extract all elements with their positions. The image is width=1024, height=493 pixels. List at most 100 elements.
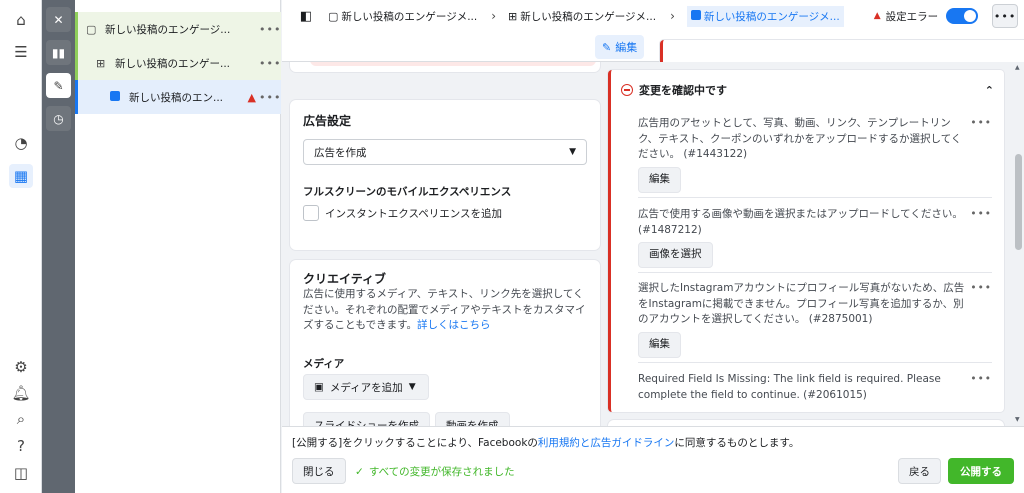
issue-text: Required Field Is Missing: The link fiel… — [638, 373, 941, 401]
fullscreen-label: フルスクリーンのモバイルエクスペリエンス — [303, 186, 512, 198]
bell-icon[interactable]: 🔔︎ — [9, 381, 33, 405]
review-title: 変更を確認中です — [639, 84, 727, 97]
settings-error[interactable]: ▲ 設定エラー — [874, 9, 938, 24]
caret-down-icon: ▼ — [569, 147, 576, 157]
more-icon[interactable]: ••• — [970, 372, 992, 388]
learn-more-link[interactable]: 詳しくはこちら — [417, 319, 491, 331]
gauge-icon[interactable]: ◔ — [9, 131, 33, 155]
breadcrumb-label: 新しい投稿のエンゲージメ... — [341, 10, 478, 23]
close-button[interactable]: 閉じる — [292, 458, 346, 484]
scrollbar[interactable]: ▲ ▼ — [1013, 62, 1024, 426]
checkbox-label: インスタントエクスペリエンスを追加 — [325, 207, 503, 220]
chevron-right-icon: › — [491, 9, 497, 23]
home-icon[interactable]: ⌂ — [9, 8, 33, 32]
menu-icon[interactable]: ☰ — [9, 40, 33, 64]
top-bar: ◧ ▢ 新しい投稿のエンゲージメ... › ⊞ 新しい投稿のエンゲージメ... … — [282, 0, 1024, 32]
create-video-button[interactable]: 動画を作成 — [435, 412, 510, 426]
main-content: 広告設定 広告を作成 ▼ フルスクリーンのモバイルエクスペリエンス インスタント… — [282, 62, 1024, 426]
more-icon[interactable]: ••• — [259, 57, 281, 70]
chart-icon[interactable]: ▮▮ — [46, 40, 71, 65]
tab-edit[interactable]: ✎ 編集 — [595, 35, 645, 59]
creative-title: クリエイティブ — [303, 272, 387, 286]
warning-icon: ▲ — [873, 11, 881, 21]
chevron-up-icon[interactable]: ⌃ — [985, 84, 994, 97]
panel-icon[interactable]: ◫ — [9, 461, 33, 485]
more-options-button[interactable]: ••• — [992, 4, 1019, 28]
issue-text: 選択したInstagramアカウントにプロフィール写真がないため、広告をInst… — [638, 282, 965, 325]
back-button[interactable]: 戻る — [898, 458, 941, 484]
scroll-up-icon[interactable]: ▲ — [1015, 64, 1020, 71]
campaign-tree: ▢ 新しい投稿のエンゲージ... ••• ⊞ 新しい投稿のエンゲー... •••… — [75, 0, 281, 493]
gear-icon[interactable]: ⚙ — [9, 355, 33, 379]
warning-icon: ▲ — [247, 90, 256, 104]
error-bar — [310, 62, 596, 66]
instant-experience-checkbox[interactable]: インスタントエクスペリエンスを追加 — [303, 205, 502, 221]
tab-label: 編集 — [615, 41, 638, 54]
breadcrumb-adset[interactable]: ⊞ 新しい投稿のエンゲージメ... — [508, 9, 656, 24]
pencil-icon[interactable]: ✎ — [46, 73, 71, 98]
creative-description: 広告に使用するメディア、テキスト、リンク先を選択してください。それぞれの配置でメ… — [303, 287, 589, 334]
tree-item-label: 新しい投稿のエン... — [129, 91, 224, 104]
publish-button[interactable]: 公開する — [948, 458, 1014, 484]
review-issue: Required Field Is Missing: The link fiel… — [638, 372, 992, 408]
tree-item-campaign[interactable]: ▢ 新しい投稿のエンゲージ... ••• — [75, 12, 281, 46]
more-icon[interactable]: ••• — [970, 116, 992, 132]
ad-settings-card: 広告設定 広告を作成 ▼ フルスクリーンのモバイルエクスペリエンス インスタント… — [290, 100, 600, 250]
error-label: 設定エラー — [885, 10, 939, 23]
review-panel: 変更を確認中です ⌃ 広告用のアセットとして、写真、動画、リンク、テンプレートリ… — [608, 70, 1004, 412]
ad-icon — [690, 9, 701, 23]
more-icon[interactable]: ••• — [970, 207, 992, 223]
issue-text: 広告で使用する画像や動画を選択またはアップロードしてください。 (#148721… — [638, 208, 963, 236]
table-icon[interactable]: ▦ — [9, 164, 33, 188]
ad-icon — [110, 90, 124, 104]
more-icon[interactable]: ••• — [970, 281, 992, 297]
issue-edit-button[interactable]: 編集 — [638, 166, 681, 193]
folder-icon: ▢ — [86, 22, 97, 36]
issue-edit-button[interactable]: 編集 — [638, 331, 681, 358]
terms-prefix: [公開する]をクリックすることにより、Facebookの — [292, 437, 538, 449]
saved-status: ✓ すべての変更が保存されました — [355, 464, 515, 479]
terms-suffix: に同意するものとします。 — [674, 437, 800, 449]
ad-create-select[interactable]: 広告を作成 ▼ — [303, 139, 587, 165]
more-icon[interactable]: ••• — [259, 91, 281, 104]
mode-tabs: ✎ 編集 ◉ 審査 — [282, 32, 1024, 382]
add-media-button[interactable]: ▣ メディアを追加 ▼ — [303, 374, 429, 400]
select-image-button[interactable]: 画像を選択 — [638, 242, 713, 268]
close-icon[interactable]: ✕ — [46, 7, 71, 32]
grid-icon: ⊞ — [508, 9, 518, 23]
terms-text: [公開する]をクリックすることにより、Facebookの利用規約と広告ガイドライ… — [292, 435, 799, 450]
top-card — [290, 62, 600, 72]
scrollbar-thumb[interactable] — [1015, 154, 1022, 250]
tree-item-label: 新しい投稿のエンゲージ... — [105, 23, 231, 36]
chevron-right-icon: › — [670, 9, 675, 23]
review-issue: 選択したInstagramアカウントにプロフィール写真がないため、広告をInst… — [638, 281, 992, 363]
sidebar-toggle-icon[interactable]: ◧ — [296, 6, 316, 26]
review-header[interactable]: 変更を確認中です ⌃ — [621, 80, 994, 100]
more-icon[interactable]: ••• — [259, 23, 281, 36]
breadcrumb-ad[interactable]: 新しい投稿のエンゲージメ... — [686, 5, 844, 27]
pencil-icon: ✎ — [602, 40, 612, 54]
tree-item-adset[interactable]: ⊞ 新しい投稿のエンゲー... ••• — [75, 46, 281, 80]
issue-text: 広告用のアセットとして、写真、動画、リンク、テンプレートリンク、テキスト、クーポ… — [638, 117, 962, 160]
tree-item-label: 新しい投稿のエンゲー... — [115, 57, 231, 70]
media-label: メディア — [303, 358, 345, 370]
tree-item-ad[interactable]: 新しい投稿のエン... ▲ ••• — [75, 80, 281, 114]
error-circle-icon — [621, 84, 633, 96]
footer: [公開する]をクリックすることにより、Facebookの利用規約と広告ガイドライ… — [282, 426, 1024, 493]
ad-toggle-switch[interactable] — [946, 8, 979, 24]
clock-icon[interactable]: ◷ — [46, 106, 71, 131]
breadcrumb-label: 新しい投稿のエンゲージメ... — [520, 10, 657, 23]
checkbox-box[interactable] — [303, 205, 319, 221]
saved-label: すべての変更が保存されました — [368, 466, 515, 478]
ad-settings-title: 広告設定 — [303, 114, 352, 128]
search-icon[interactable]: ⌕ — [9, 407, 33, 431]
scroll-down-icon[interactable]: ▼ — [1015, 416, 1020, 423]
breadcrumb-label: 新しい投稿のエンゲージメ... — [703, 10, 840, 23]
help-icon[interactable]: ? — [9, 434, 33, 458]
review-issue: 広告用のアセットとして、写真、動画、リンク、テンプレートリンク、テキスト、クーポ… — [638, 116, 992, 198]
slideshow-button[interactable]: スライドショーを作成 — [303, 412, 430, 426]
terms-link[interactable]: 利用規約と広告ガイドライン — [538, 437, 675, 449]
folder-icon: ▢ — [328, 9, 339, 23]
image-icon: ▣ — [314, 381, 324, 393]
breadcrumb-campaign[interactable]: ▢ 新しい投稿のエンゲージメ... — [328, 9, 477, 24]
